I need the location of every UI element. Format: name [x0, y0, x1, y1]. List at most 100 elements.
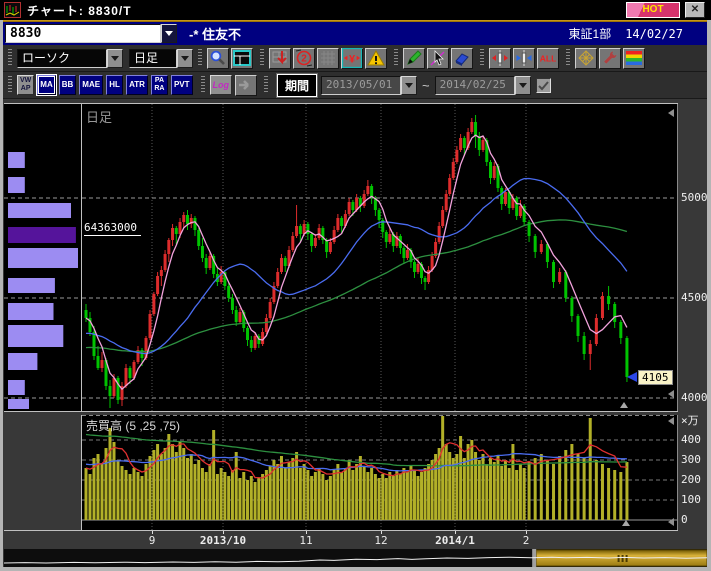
scroll-marker-icon[interactable] — [620, 402, 628, 408]
cursor-button[interactable] — [427, 48, 449, 69]
volume-profile-pane[interactable] — [4, 104, 81, 411]
volume-tick-label: 0 — [681, 513, 688, 526]
volume-profile-plot — [4, 104, 81, 411]
title-bar: チャート: 8830/T HOT ✕ — [0, 0, 711, 20]
chart-right-border — [677, 415, 678, 530]
stock-name: -* 住友不 — [189, 24, 241, 43]
date-to-dropdown-button[interactable] — [515, 76, 531, 95]
date-to-value[interactable]: 2014/02/25 — [435, 76, 515, 95]
window-border-left — [0, 20, 3, 567]
toolbar-grip[interactable] — [201, 76, 205, 94]
chart-type-value[interactable]: ローソク — [17, 49, 107, 68]
magnifier-icon — [208, 48, 228, 68]
log-scale-button[interactable]: Log — [210, 75, 233, 95]
indicator-ma-button[interactable]: MA — [37, 75, 55, 95]
symbol-dropdown-button[interactable] — [161, 24, 177, 43]
symbol-combo: 8830 — [5, 24, 177, 43]
grid-button[interactable] — [317, 48, 339, 69]
toolbar-grip[interactable] — [566, 49, 570, 67]
bar-width-minus-button[interactable] — [513, 48, 535, 69]
scroll-marker-icon[interactable] — [622, 520, 630, 526]
register-button[interactable] — [269, 48, 291, 69]
time-tick-label: 12 — [374, 534, 387, 547]
date-from-value[interactable]: 2013/05/01 — [321, 76, 401, 95]
timeframe-dropdown-button[interactable] — [177, 49, 193, 68]
time-tick-label: 2014/1 — [435, 534, 475, 547]
history-navigator[interactable] — [4, 549, 707, 567]
chevron-down-icon — [181, 56, 189, 61]
indicator-hl-button[interactable]: HL — [106, 75, 123, 95]
time-tick-label: 9 — [149, 534, 156, 547]
chart-type-dropdown-button[interactable] — [107, 49, 123, 68]
timeframe-value[interactable]: 日足 — [129, 49, 177, 68]
market-label: 東証1部 — [569, 25, 612, 42]
toolbar-grip[interactable] — [8, 49, 12, 67]
pane-separator — [4, 411, 678, 412]
period-checkbox[interactable] — [536, 78, 551, 93]
indicator-pvt-button[interactable]: PVT — [171, 75, 193, 95]
date-range-tilde: ~ — [422, 78, 430, 93]
toolbar-grip[interactable] — [8, 76, 12, 94]
yen-button[interactable]: ¥ — [341, 48, 363, 69]
eraser-button[interactable] — [451, 48, 473, 69]
scroll-marker-icon[interactable] — [668, 518, 674, 526]
svg-text:¥: ¥ — [349, 54, 356, 66]
profile-volume-value: 64363000 — [84, 221, 141, 236]
volume-tick-label: 100 — [681, 493, 701, 506]
scroll-marker-icon[interactable] — [668, 417, 674, 425]
date-from-combo: 2013/05/01 — [321, 76, 417, 95]
last-price-arrow-icon — [627, 372, 637, 382]
cursor-icon — [428, 48, 448, 68]
pencil-button[interactable] — [403, 48, 425, 69]
chevron-down-icon — [405, 83, 413, 88]
hot-button[interactable]: HOT — [626, 2, 680, 18]
date-from-dropdown-button[interactable] — [401, 76, 417, 95]
chevron-down-icon — [165, 31, 173, 36]
wrench-button[interactable] — [599, 48, 621, 69]
scroll-marker-icon[interactable] — [668, 109, 674, 117]
layout-button[interactable] — [231, 48, 253, 69]
mesh-button[interactable] — [575, 48, 597, 69]
indicator-vwap-button[interactable]: VW AP — [17, 75, 34, 95]
mesh-icon — [576, 48, 596, 68]
price-pane[interactable] — [82, 104, 677, 411]
indicator-mae-button[interactable]: MAE — [79, 75, 103, 95]
indicator-bb-button[interactable]: BB — [59, 75, 77, 95]
wrench-icon — [600, 48, 620, 68]
toolbar-grip[interactable] — [480, 49, 484, 67]
toolbar-grip[interactable] — [198, 49, 202, 67]
bar-width-plus-icon — [490, 48, 510, 68]
bar-width-minus-icon — [514, 48, 534, 68]
pencil-icon — [404, 48, 424, 68]
chart-bottom-border — [4, 530, 678, 531]
chart-right-border — [677, 104, 678, 411]
window-title: チャート: 8830/T — [27, 2, 132, 19]
quote-bar: 8830 -* 住友不 東証1部 14/02/27 — [0, 22, 711, 45]
toolbar-grip[interactable] — [394, 49, 398, 67]
bar-width-plus-button[interactable] — [489, 48, 511, 69]
indicator-atr-button[interactable]: ATR — [126, 75, 148, 95]
pane-timeframe-label: 日足 — [86, 107, 112, 126]
yen-icon: ¥ — [342, 48, 362, 68]
layout-icon — [232, 48, 252, 68]
price-tick-label: 4000 — [681, 391, 708, 404]
symbol-input[interactable]: 8830 — [5, 24, 161, 43]
chevron-down-icon — [111, 56, 119, 61]
close-icon[interactable]: ✕ — [685, 2, 705, 18]
scroll-marker-icon[interactable] — [668, 390, 674, 398]
register-icon — [270, 48, 290, 68]
candlestick-plot — [82, 104, 677, 411]
time-tick-label: 2 — [523, 534, 530, 547]
indicator-para-button[interactable]: PA RA — [151, 75, 168, 95]
period-button[interactable]: 期間 — [277, 74, 317, 97]
toolbar-grip[interactable] — [264, 76, 268, 94]
window-border-right — [707, 20, 711, 567]
revise-button[interactable]: 2 — [293, 48, 315, 69]
all-button[interactable]: ALL — [537, 48, 559, 69]
next-page-button[interactable] — [235, 75, 257, 96]
rainbow-button[interactable] — [623, 48, 645, 69]
check-icon — [538, 80, 549, 91]
toolbar-grip[interactable] — [260, 49, 264, 67]
warning-button[interactable] — [365, 48, 387, 69]
magnifier-button[interactable] — [207, 48, 229, 69]
